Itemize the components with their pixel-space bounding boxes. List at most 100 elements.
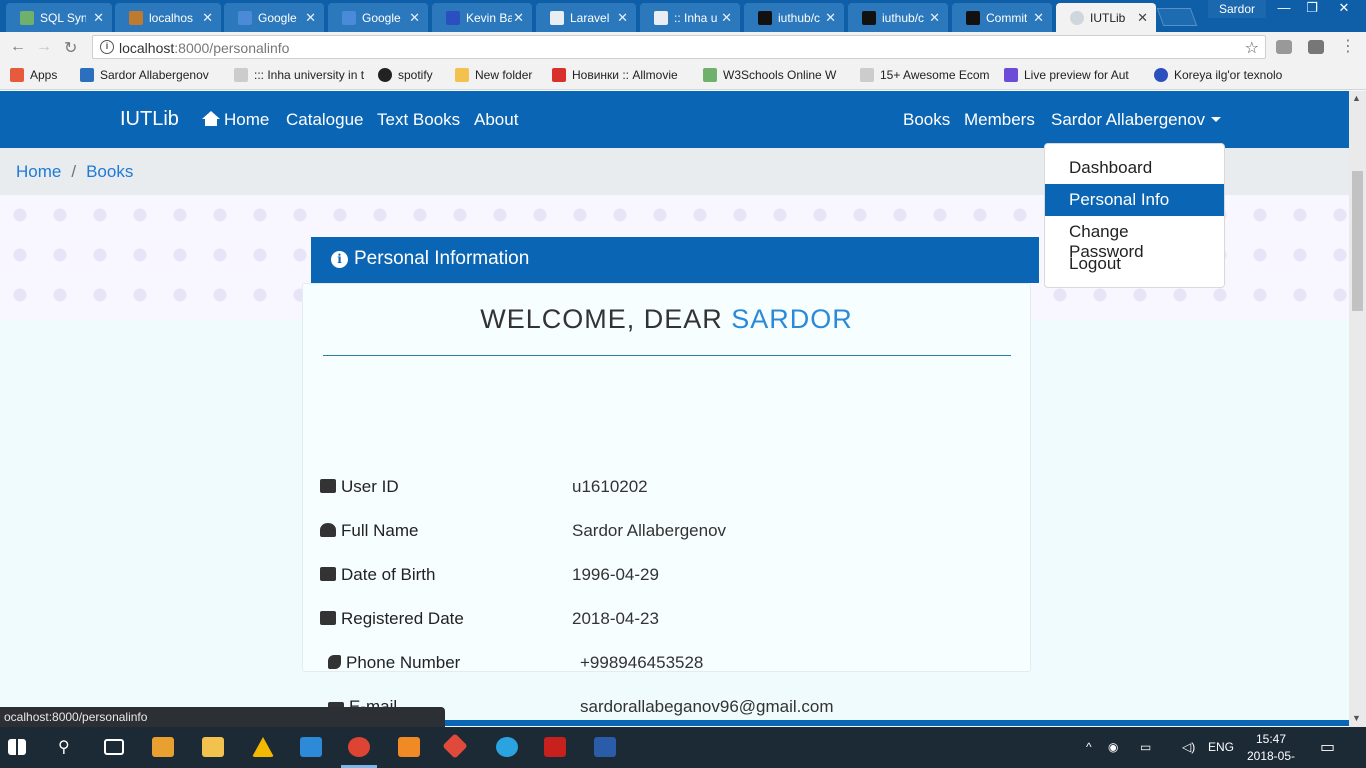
windows-start-icon[interactable]: [8, 739, 26, 755]
telegram-icon[interactable]: [496, 737, 518, 757]
search-icon[interactable]: ⚲: [58, 737, 70, 757]
bookmark-spotify[interactable]: spotify: [378, 68, 433, 82]
address-bar[interactable]: i localhost:8000/personalinfo ☆: [92, 35, 1266, 59]
w3schools-icon: [703, 68, 717, 82]
nav-text-books[interactable]: Text Books: [377, 110, 460, 130]
phpmyadmin-favicon-icon: [129, 11, 143, 25]
browser-tab-sql-syntax[interactable]: SQL Syn ✕: [6, 3, 112, 32]
dropdown-dashboard[interactable]: Dashboard: [1045, 152, 1224, 184]
bookmark-ecom[interactable]: 15+ Awesome Ecom: [860, 68, 990, 82]
browser-tab-localhost[interactable]: localhos ✕: [115, 3, 221, 32]
close-tab-icon[interactable]: ✕: [929, 10, 940, 26]
browser-tab-google-2[interactable]: Google ✕: [328, 3, 428, 32]
sublime-icon[interactable]: [398, 737, 420, 757]
git-icon[interactable]: [442, 733, 468, 759]
kevin-favicon-icon: [446, 11, 460, 25]
site-info-icon[interactable]: i: [100, 40, 114, 54]
extension-icon[interactable]: [1276, 40, 1292, 54]
nav-members[interactable]: Members: [964, 110, 1035, 130]
store-icon[interactable]: [152, 737, 174, 757]
extension-icon[interactable]: [1308, 40, 1324, 54]
chrome-icon[interactable]: [348, 737, 370, 757]
breadcrumb-home[interactable]: Home: [16, 162, 61, 181]
new-tab-button[interactable]: [1156, 8, 1198, 26]
full-name-value: Sardor Allabergenov: [572, 521, 727, 540]
reload-icon[interactable]: ↻: [64, 38, 77, 58]
close-tab-icon[interactable]: ✕: [202, 10, 213, 26]
page-scrollbar[interactable]: ▲ ▼: [1349, 91, 1366, 727]
close-tab-icon[interactable]: ✕: [513, 10, 524, 26]
user-id-value: u1610202: [572, 477, 648, 496]
bookmark-apps[interactable]: Apps: [10, 68, 57, 82]
allmovie-icon: [552, 68, 566, 82]
close-tab-icon[interactable]: ✕: [721, 10, 732, 26]
tray-chevron-up-icon[interactable]: ^: [1086, 740, 1092, 754]
close-tab-icon[interactable]: ✕: [409, 10, 420, 26]
maximize-icon[interactable]: ❐: [1298, 0, 1326, 18]
browser-tab-inha[interactable]: :: Inha u ✕: [640, 3, 740, 32]
task-view-icon[interactable]: [104, 739, 124, 755]
github-favicon-icon: [758, 11, 772, 25]
browser-tab-commit[interactable]: Commit ✕: [952, 3, 1052, 32]
file-explorer-icon[interactable]: [202, 737, 224, 757]
menu-kebab-icon[interactable]: ⋮: [1340, 36, 1356, 56]
close-window-icon[interactable]: ✕: [1330, 0, 1358, 18]
scroll-up-icon[interactable]: ▲: [1352, 93, 1361, 103]
browser-tab-laravel[interactable]: Laravel ✕: [536, 3, 636, 32]
browser-tab-iutlib[interactable]: IUTLib ✕: [1056, 3, 1156, 32]
browser-tab-kevin[interactable]: Kevin Ba ✕: [432, 3, 532, 32]
close-tab-icon[interactable]: ✕: [305, 10, 316, 26]
dropdown-change-password[interactable]: Change Password: [1045, 216, 1224, 261]
system-clock[interactable]: 15:47 2018-05-12: [1246, 731, 1296, 768]
brand-logo[interactable]: IUTLib: [120, 108, 179, 131]
close-tab-icon[interactable]: ✕: [825, 10, 836, 26]
close-tab-icon[interactable]: ✕: [1137, 10, 1148, 26]
browser-tab-google-1[interactable]: Google ✕: [224, 3, 324, 32]
pdf-reader-icon[interactable]: [544, 737, 566, 757]
notifications-icon[interactable]: ▭: [1320, 737, 1335, 757]
dropdown-personal-info[interactable]: Personal Info: [1045, 184, 1224, 216]
word-icon[interactable]: [594, 737, 616, 757]
forward-arrow-icon[interactable]: →: [36, 38, 52, 56]
bookmark-allmovie[interactable]: Новинки :: Allmovie: [552, 68, 692, 82]
nav-catalogue[interactable]: Catalogue: [286, 110, 364, 130]
bookmark-new-folder[interactable]: New folder: [455, 68, 532, 82]
vscode-icon[interactable]: [300, 737, 322, 757]
nav-books[interactable]: Books: [903, 110, 950, 130]
xampp-icon[interactable]: [252, 737, 274, 757]
bookmark-sardor[interactable]: Sardor Allabergenov: [80, 68, 220, 82]
registered-date-value: 2018-04-23: [572, 609, 659, 628]
back-arrow-icon[interactable]: ←: [10, 38, 26, 56]
bookmark-w3schools[interactable]: W3Schools Online W: [703, 68, 843, 82]
volume-icon[interactable]: ◁): [1182, 740, 1195, 754]
browser-tab-iuthub-2[interactable]: iuthub/c ✕: [848, 3, 948, 32]
page-favicon-icon: [550, 11, 564, 25]
scrollbar-thumb[interactable]: [1352, 171, 1363, 311]
spotify-icon: [378, 68, 392, 82]
card-header: i Personal Information: [311, 237, 1039, 283]
breadcrumb-books[interactable]: Books: [86, 162, 133, 181]
battery-icon[interactable]: ▭: [1140, 740, 1151, 754]
university-icon: [1154, 68, 1168, 82]
bookmark-live-preview[interactable]: Live preview for Aut: [1004, 68, 1140, 82]
network-icon[interactable]: ◉: [1108, 740, 1118, 754]
keyboard-language[interactable]: ENG: [1208, 740, 1234, 754]
user-menu-toggle[interactable]: Sardor Allabergenov: [1051, 110, 1222, 130]
minimize-icon[interactable]: —: [1270, 0, 1298, 18]
welcome-heading: WELCOME, DEAR SARDOR: [480, 304, 853, 334]
close-tab-icon[interactable]: ✕: [1033, 10, 1044, 26]
browser-tab-iuthub-1[interactable]: iuthub/c ✕: [744, 3, 844, 32]
scroll-down-icon[interactable]: ▼: [1352, 713, 1361, 723]
url-text[interactable]: localhost:8000/personalinfo: [119, 40, 289, 56]
bookmark-koreya[interactable]: Koreya ilg'or texnolo: [1154, 68, 1294, 82]
phone-icon: [328, 655, 341, 669]
bookmark-star-icon[interactable]: ☆: [1245, 38, 1259, 58]
close-tab-icon[interactable]: ✕: [617, 10, 628, 26]
browser-tab-strip: SQL Syn ✕ localhos ✕ Google ✕ Google ✕ Kevin…: [0, 0, 1366, 32]
profile-button[interactable]: Sardor: [1208, 0, 1266, 18]
bookmark-inha[interactable]: ::: Inha university in t: [234, 68, 366, 82]
nav-about[interactable]: About: [474, 110, 518, 130]
page-viewport: IUTLib Home Catalogue Text Books About B…: [0, 91, 1349, 721]
nav-home[interactable]: Home: [202, 110, 269, 130]
close-tab-icon[interactable]: ✕: [93, 10, 104, 26]
